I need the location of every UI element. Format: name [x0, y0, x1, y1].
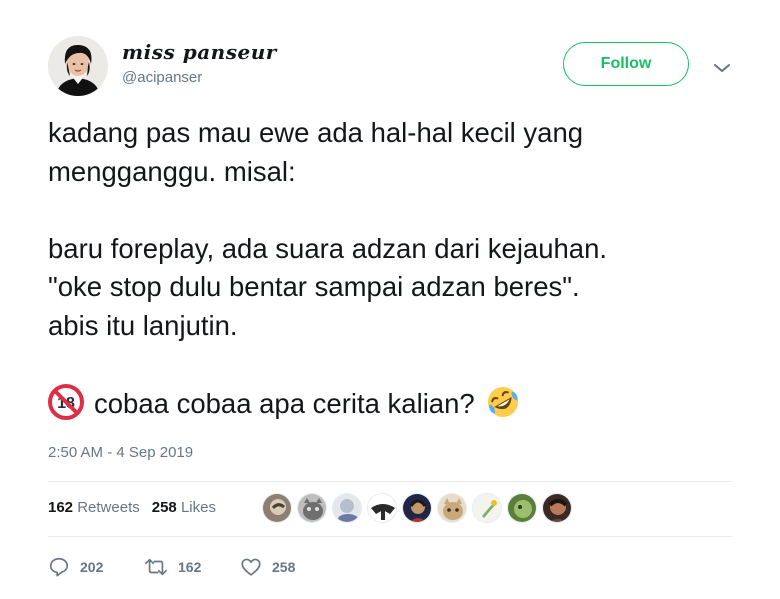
tweet-text: kadang pas mau ewe ada hal-hal kecil yan… — [48, 114, 748, 423]
liker-avatar[interactable] — [542, 493, 572, 523]
retweets-count: 162 — [48, 499, 74, 516]
divider — [48, 481, 732, 482]
follow-button[interactable]: Follow — [563, 42, 689, 86]
tweet-blank-line — [48, 191, 748, 230]
liker-avatar[interactable] — [262, 493, 292, 523]
user-handle[interactable]: @acipanser — [122, 69, 202, 86]
tweet-timestamp[interactable]: 2:50 AM - 4 Sep 2019 — [48, 444, 193, 461]
tweet-last-line-text: cobaa cobaa apa cerita kalian? — [94, 387, 475, 419]
like-count: 258 — [272, 559, 296, 575]
likes-label: Likes — [180, 499, 216, 516]
tweet-stats: 162 Retweets 258 Likes — [48, 499, 216, 516]
reply-button[interactable]: 202 — [48, 556, 144, 578]
retweet-count: 162 — [178, 559, 202, 575]
liker-avatar[interactable] — [297, 493, 327, 523]
reply-count: 202 — [80, 559, 104, 575]
like-button[interactable]: 258 — [240, 556, 295, 578]
divider — [48, 536, 732, 537]
likes-count: 258 — [151, 499, 177, 516]
tweet-line: abis itu lanjutin. — [48, 309, 238, 341]
user-avatar[interactable] — [48, 36, 108, 96]
liker-avatar[interactable] — [332, 493, 362, 523]
tweet-line: "oke stop dulu bentar sampai adzan beres… — [48, 271, 580, 302]
tweet-header: miss panseur @acipanser Follow — [48, 36, 738, 96]
liker-avatar[interactable] — [367, 493, 397, 523]
tweet-blank-line — [48, 345, 748, 384]
tweet-line: baru foreplay, ada suara adzan dari keja… — [48, 232, 608, 264]
heart-icon — [241, 558, 261, 576]
liked-by-avatars — [262, 493, 577, 525]
liker-avatar[interactable] — [437, 493, 467, 523]
no-one-under-eighteen-emoji: 18 — [48, 383, 84, 420]
retweets-label: Retweets — [77, 499, 140, 516]
liker-avatar[interactable] — [402, 493, 432, 523]
reply-icon — [49, 557, 69, 577]
retweet-button[interactable]: 162 — [144, 556, 240, 578]
chevron-down-icon[interactable] — [710, 56, 734, 80]
tweet-card: miss panseur @acipanser Follow kadang pa… — [0, 0, 780, 599]
retweets-stat[interactable]: 162 Retweets — [48, 499, 140, 516]
avatar-portrait-icon — [48, 36, 108, 96]
tweet-last-line: 18 cobaa cobaa apa cerita kalian? — [48, 383, 748, 424]
display-name[interactable]: miss panseur — [122, 40, 277, 64]
rolling-on-floor-laughing-emoji — [487, 386, 518, 417]
tweet-line: kadang pas mau ewe ada hal-hal kecil yan… — [48, 117, 584, 148]
tweet-line: mengganggu. misal: — [48, 155, 296, 187]
likes-stat[interactable]: 258 Likes — [152, 499, 216, 516]
liker-avatar[interactable] — [507, 493, 537, 523]
tweet-actions: 202 162 258 — [48, 555, 295, 579]
liker-avatar[interactable] — [472, 493, 502, 523]
retweet-icon — [145, 558, 167, 576]
